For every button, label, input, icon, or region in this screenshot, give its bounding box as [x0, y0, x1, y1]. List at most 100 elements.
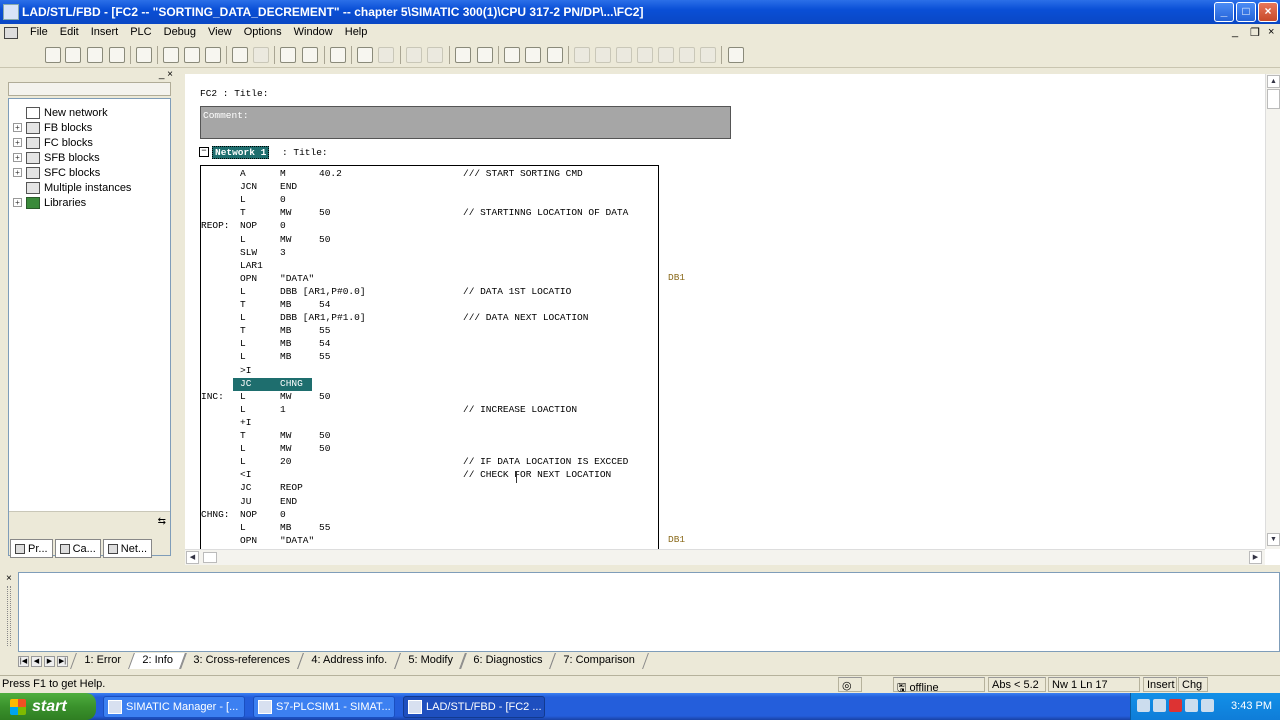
taskbar-task-0[interactable]: SIMATIC Manager - [... [103, 696, 245, 718]
block-title[interactable]: FC2 : Title: [200, 88, 268, 99]
collapse-network-icon[interactable]: − [199, 147, 209, 157]
panel-tab-1[interactable]: Ca... [54, 539, 101, 558]
tree-expand-icon[interactable]: + [13, 168, 22, 177]
stl-code-row[interactable]: T MB 54 [201, 299, 658, 312]
lad-view-icon[interactable] [455, 47, 471, 63]
panel-tab-2[interactable]: Net... [102, 539, 153, 558]
details-tab-7[interactable]: 7: Comparison [549, 653, 649, 669]
prev-tab-arrow[interactable]: ◀ [31, 655, 42, 667]
details-tab-3[interactable]: 3: Cross-references [179, 653, 304, 669]
stl-code-box[interactable]: A M 40.2/// START SORTING CMD JCN END L 0 T MW 50… [200, 165, 659, 549]
tree-item-fb-blocks[interactable]: + FB blocks [13, 120, 92, 135]
menu-insert[interactable]: Insert [85, 26, 125, 38]
menu-debug[interactable]: Debug [158, 26, 202, 38]
copy-icon[interactable] [184, 47, 200, 63]
details-grip[interactable] [7, 586, 11, 646]
taskbar-task-2[interactable]: LAD/STL/FBD - [FC2 ... [403, 696, 545, 718]
stl-code-row[interactable]: JC REOP [201, 482, 658, 495]
tray-antivirus-icon[interactable] [1169, 699, 1182, 712]
paste-icon[interactable] [205, 47, 221, 63]
monitor-icon[interactable] [302, 47, 318, 63]
program-elements-icon[interactable] [504, 47, 520, 63]
stl-view-icon[interactable] [477, 47, 493, 63]
system-menu-icon[interactable] [4, 27, 18, 39]
stl-code-row[interactable]: L MB 55 [201, 351, 658, 364]
tree-item-new-network[interactable]: New network [13, 105, 108, 120]
stl-code-row[interactable]: +I [201, 417, 658, 430]
network-icon[interactable] [357, 47, 373, 63]
menu-window[interactable]: Window [288, 26, 339, 38]
stl-code-row[interactable]: T MW 50 // STARTINNG LOCATION OF DATA [201, 207, 658, 220]
stl-code-row[interactable]: L MW 50 [201, 443, 658, 456]
details-tab-6[interactable]: 6: Diagnostics [459, 653, 557, 669]
stl-code-row[interactable]: L DBB [AR1,P#1.0] /// DATA NEXT LOCATION [201, 312, 658, 325]
tray-volume-icon[interactable] [1153, 699, 1166, 712]
tab-nav-arrows[interactable]: |◀ ◀ ▶ ▶| [18, 655, 68, 667]
menu-edit[interactable]: Edit [54, 26, 85, 38]
stl-code-row[interactable]: L MB 55 [201, 522, 658, 535]
horizontal-scrollbar[interactable]: ◀ ▶ [185, 549, 1265, 565]
symbol-info-icon[interactable] [547, 47, 563, 63]
stl-code-row[interactable]: REOP: NOP 0 [201, 220, 658, 233]
tray-network-icon[interactable] [1137, 699, 1150, 712]
print-icon[interactable] [136, 47, 152, 63]
undo-icon[interactable] [232, 47, 248, 63]
start-button[interactable]: start [0, 693, 96, 720]
menu-plc[interactable]: PLC [124, 26, 157, 38]
taskbar-task-1[interactable]: S7-PLCSIM1 - SIMAT... [253, 696, 395, 718]
mdi-close-button[interactable]: × [1268, 26, 1274, 38]
open-icon[interactable] [65, 47, 81, 63]
tree-expand-icon[interactable] [13, 183, 22, 192]
tree-item-sfb-blocks[interactable]: + SFB blocks [13, 150, 100, 165]
details-icon[interactable] [525, 47, 541, 63]
stl-code-row[interactable]: JCN END [201, 181, 658, 194]
stl-code-row[interactable]: JU END [201, 496, 658, 509]
stl-code-row[interactable]: LAR1 [201, 260, 658, 273]
stl-code-row[interactable]: A M 40.2 /// START SORTING CMD [201, 168, 658, 181]
menu-options[interactable]: Options [238, 26, 288, 38]
stl-code-row[interactable]: OPN "DATA" [201, 273, 658, 286]
tree-item-fc-blocks[interactable]: + FC blocks [13, 135, 93, 150]
tray-safely-remove-icon[interactable] [1201, 699, 1214, 712]
vertical-scroll-thumb[interactable] [1267, 89, 1280, 109]
details-tab-2[interactable]: 2: Info [127, 653, 187, 669]
close-button[interactable]: × [1258, 2, 1278, 22]
cut-icon[interactable] [163, 47, 179, 63]
accessible-nodes-icon[interactable] [87, 47, 103, 63]
stl-code-row[interactable]: L MW 50 [201, 234, 658, 247]
stl-code-row[interactable]: L MB 54 [201, 338, 658, 351]
save-icon[interactable] [109, 47, 125, 63]
stl-code-row[interactable]: SLW 3 [201, 247, 658, 260]
panel-window-buttons[interactable]: _ × [159, 69, 173, 80]
block-comment-box[interactable]: Comment: [200, 106, 731, 139]
tree-expand-icon[interactable]: + [13, 138, 22, 147]
menu-file[interactable]: File [24, 26, 54, 38]
mdi-restore-button[interactable]: ❐ [1250, 26, 1260, 39]
stl-code-row[interactable]: L 1 // INCREASE LOACTION [201, 404, 658, 417]
stl-code-row[interactable]: >I [201, 365, 658, 378]
stl-code-row[interactable]: <I // CHECK FOR NEXT LOCATION [201, 469, 658, 482]
details-close-icon[interactable]: × [6, 573, 12, 584]
scroll-right-arrow[interactable]: ▶ [1249, 551, 1262, 564]
next-tab-arrow[interactable]: ▶ [44, 655, 55, 667]
download-icon[interactable] [280, 47, 296, 63]
stl-code-row[interactable]: INC: L MW 50 [201, 391, 658, 404]
stl-code-row[interactable]: T MW 50 [201, 430, 658, 443]
horizontal-scroll-thumb[interactable] [203, 552, 217, 563]
scroll-left-arrow[interactable]: ◀ [186, 551, 199, 564]
details-tab-5[interactable]: 5: Modify [393, 653, 467, 669]
maximize-button[interactable]: □ [1236, 2, 1256, 22]
stl-code-row[interactable]: L DBB [AR1,P#0.0] // DATA 1ST LOCATIO [201, 286, 658, 299]
stl-code-row[interactable]: CHNG: NOP 0 [201, 509, 658, 522]
stl-code-row[interactable]: T MB 55 [201, 325, 658, 338]
network-label[interactable]: Network 1 [212, 146, 270, 159]
minimize-button[interactable]: _ [1214, 2, 1234, 22]
overview-icon[interactable] [330, 47, 346, 63]
tree-expand-icon[interactable]: + [13, 123, 22, 132]
help-icon[interactable] [728, 47, 744, 63]
last-tab-arrow[interactable]: ▶| [57, 655, 68, 667]
menu-view[interactable]: View [202, 26, 238, 38]
menu-help[interactable]: Help [339, 26, 374, 38]
mdi-minimize-button[interactable]: _ [1232, 26, 1238, 38]
scroll-up-arrow[interactable]: ▲ [1267, 75, 1280, 88]
